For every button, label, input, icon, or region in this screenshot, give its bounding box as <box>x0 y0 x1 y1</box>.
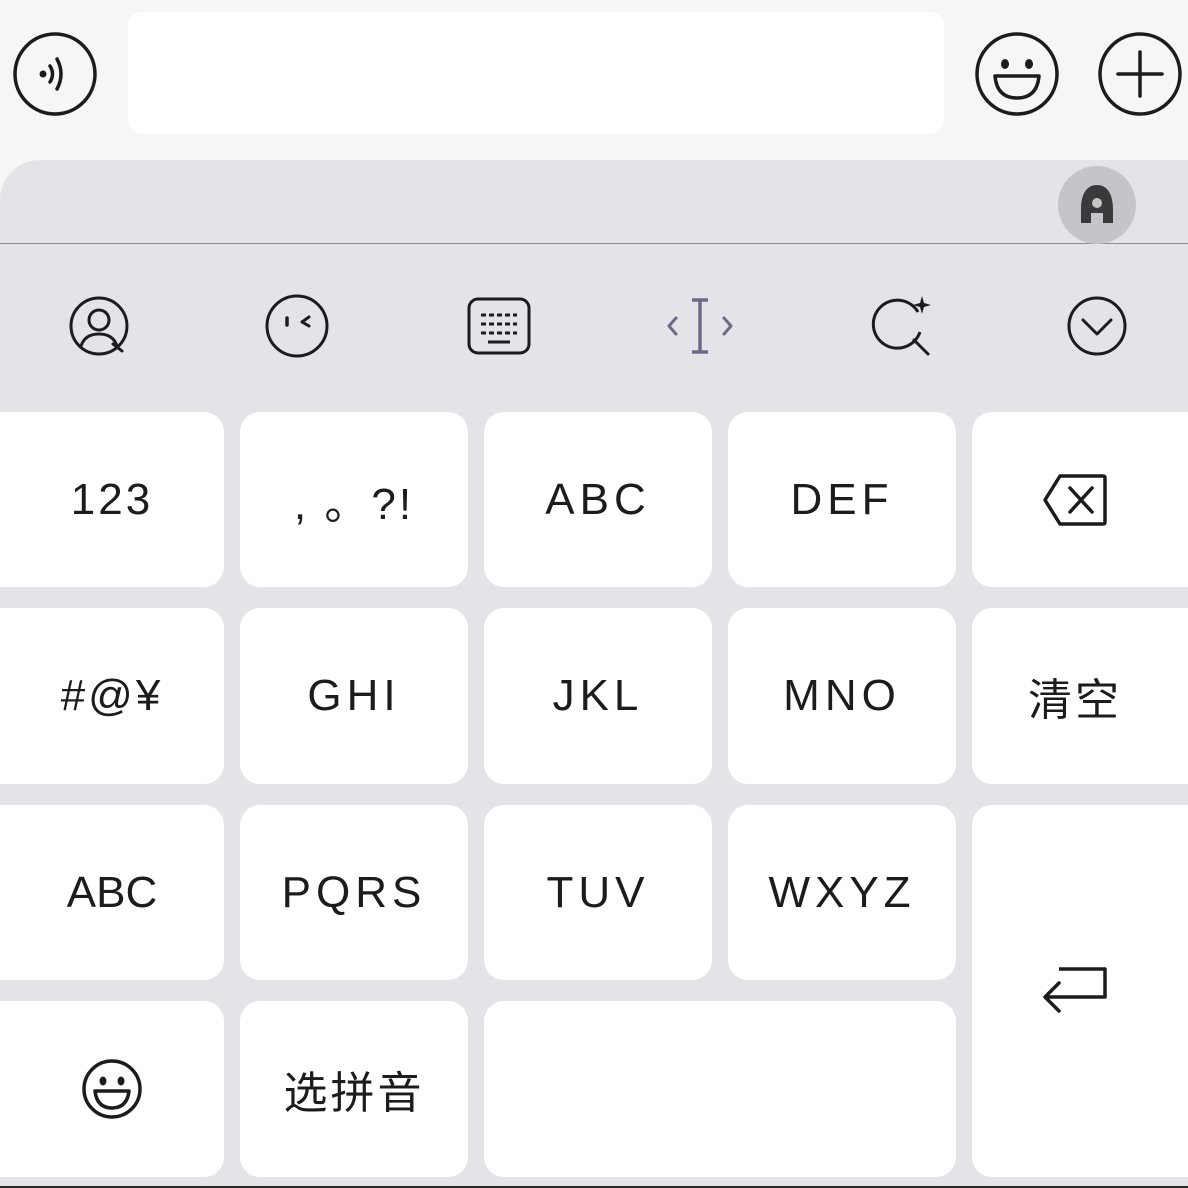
key-123[interactable]: 123 <box>0 412 224 587</box>
ai-assistant-icon <box>1081 185 1113 223</box>
key-label: MNO <box>783 671 901 720</box>
key-abc[interactable]: ABC <box>484 412 712 587</box>
plus-icon <box>1098 32 1182 116</box>
key-return[interactable] <box>972 805 1188 1177</box>
key-label: , 。?! <box>293 479 415 529</box>
key-label: ABC <box>545 474 651 524</box>
key-space[interactable] <box>484 1001 956 1177</box>
key-backspace[interactable] <box>972 412 1188 587</box>
key-label: JKL <box>552 671 644 720</box>
emoji-button[interactable] <box>975 32 1059 116</box>
key-jkl[interactable]: JKL <box>484 608 712 784</box>
key-label: ABC <box>66 867 158 917</box>
collapse-chevron-icon <box>1067 296 1127 356</box>
return-icon <box>1043 967 1107 1013</box>
key-label: 选拼音 <box>283 1069 425 1118</box>
toolbar-cursor[interactable] <box>664 290 736 362</box>
key-label: GHI <box>307 671 401 720</box>
key-mno[interactable]: MNO <box>728 608 956 784</box>
emoji-icon <box>82 1059 142 1119</box>
key-label: #@¥ <box>60 671 164 720</box>
key-label: DEF <box>790 474 894 524</box>
toolbar-collapse[interactable] <box>1061 290 1133 362</box>
cursor-move-icon <box>667 298 733 354</box>
screen: 123 , 。?! ABC DEF #@¥ GHI JKL MNO 清空 ABC… <box>0 0 1188 1188</box>
keyboard-icon <box>467 297 531 355</box>
user-profile-icon <box>69 296 129 356</box>
voice-button[interactable] <box>13 32 97 116</box>
key-ghi[interactable]: GHI <box>240 608 468 784</box>
ai-assistant-button[interactable] <box>1058 166 1136 244</box>
key-abc-switch[interactable]: ABC <box>0 805 224 980</box>
key-tuv[interactable]: TUV <box>484 805 712 980</box>
toolbar-keyboard[interactable] <box>463 290 535 362</box>
toolbar-search[interactable] <box>866 290 938 362</box>
key-label: PQRS <box>281 867 427 917</box>
key-punctuation[interactable]: , 。?! <box>240 412 468 587</box>
key-select-pinyin[interactable]: 选拼音 <box>240 1001 468 1177</box>
key-label: 123 <box>70 474 154 524</box>
ime-keyboard: 123 , 。?! ABC DEF #@¥ GHI JKL MNO 清空 ABC… <box>0 160 1188 1188</box>
backspace-icon <box>1043 473 1107 526</box>
key-def[interactable]: DEF <box>728 412 956 587</box>
key-wxyz[interactable]: WXYZ <box>728 805 956 980</box>
toolbar-emoticon[interactable] <box>261 290 333 362</box>
chat-input-bar <box>0 0 1188 160</box>
key-clear[interactable]: 清空 <box>972 608 1188 784</box>
toolbar-profile[interactable] <box>63 290 135 362</box>
key-label: TUV <box>546 867 650 917</box>
sparkle-search-icon <box>871 296 931 356</box>
message-input[interactable] <box>128 12 944 134</box>
candidate-bar <box>0 160 1188 244</box>
keyboard-toolbar <box>0 245 1188 410</box>
key-emoji[interactable] <box>0 1001 224 1177</box>
voice-icon <box>13 32 97 116</box>
emoticon-wink-icon <box>265 294 329 358</box>
key-symbols[interactable]: #@¥ <box>0 608 224 784</box>
more-button[interactable] <box>1098 32 1182 116</box>
smile-icon <box>975 32 1059 116</box>
key-pqrs[interactable]: PQRS <box>240 805 468 980</box>
key-label: 清空 <box>1028 676 1122 725</box>
key-label: WXYZ <box>768 867 916 917</box>
